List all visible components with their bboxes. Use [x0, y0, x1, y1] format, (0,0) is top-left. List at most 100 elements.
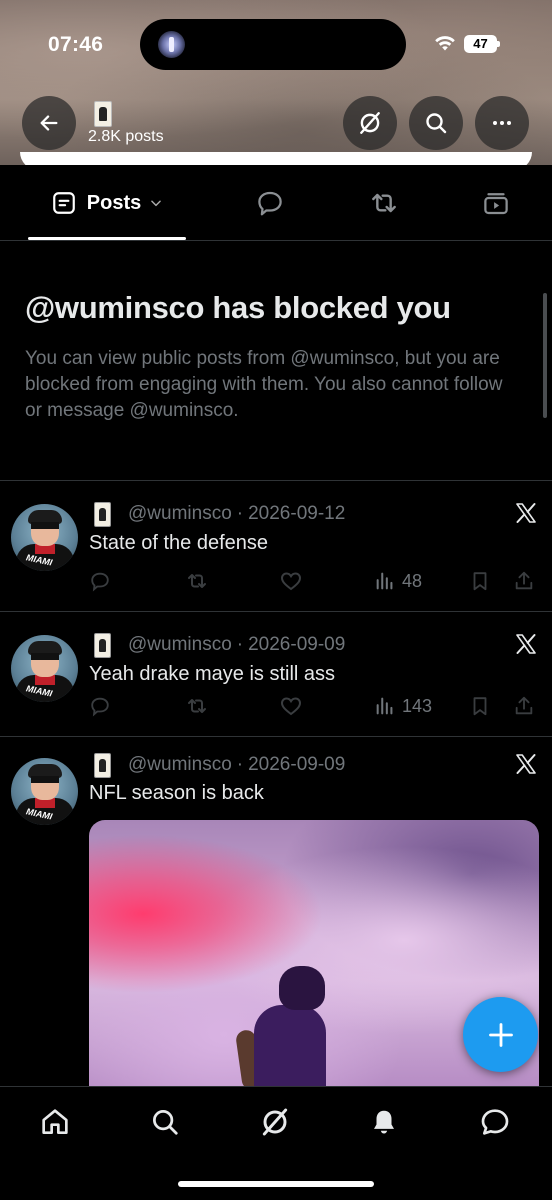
- views-button[interactable]: 48: [374, 568, 422, 594]
- x-logo-icon: [516, 503, 536, 523]
- post-meta: @wuminsco · 2026-09-12: [94, 501, 345, 527]
- more-horizontal-icon: [493, 121, 511, 125]
- status-bar: 07:46 47: [0, 0, 552, 90]
- x-logo-icon: [516, 754, 536, 774]
- reply-icon: [91, 697, 109, 717]
- post-meta: @wuminsco · 2026-09-09: [94, 752, 345, 778]
- scrollbar[interactable]: [543, 293, 547, 418]
- blocked-notice: @wuminsco has blocked you You can view p…: [0, 241, 552, 481]
- compose-post-button[interactable]: [463, 997, 538, 1072]
- reply-bubble-icon: [258, 191, 282, 216]
- nav-home[interactable]: [35, 1105, 75, 1139]
- post-actions: 143: [89, 693, 541, 719]
- tab-media[interactable]: [466, 165, 526, 241]
- post-item[interactable]: @wuminsco · 2026-09-09 Yeah drake maye i…: [0, 613, 552, 737]
- tab-replies[interactable]: [240, 165, 300, 241]
- views-count: 48: [402, 570, 423, 591]
- views-button[interactable]: 143: [374, 693, 432, 719]
- tab-posts-label: Posts: [86, 191, 142, 214]
- profile-tabs: Posts: [0, 165, 552, 241]
- post-text: Yeah drake maye is still ass: [89, 663, 336, 685]
- repost-button[interactable]: [185, 693, 209, 719]
- back-button[interactable]: [22, 96, 76, 150]
- post-handle[interactable]: @wuminsco: [128, 503, 232, 525]
- bookmark-icon: [473, 697, 487, 716]
- post-actions: 48: [89, 568, 541, 594]
- dynamic-island: [140, 19, 406, 70]
- meta-separator: ·: [236, 634, 244, 655]
- media-icon: [484, 193, 508, 215]
- search-button[interactable]: [409, 96, 463, 150]
- posts-icon: [52, 192, 75, 214]
- nav-grok[interactable]: [255, 1105, 295, 1139]
- post-meta: @wuminsco · 2026-09-09: [94, 632, 345, 658]
- share-button[interactable]: [513, 568, 535, 594]
- post-date[interactable]: 2026-09-09: [248, 754, 345, 776]
- profile-header-banner: 07:46 47 2.8K posts: [0, 0, 552, 165]
- repost-button[interactable]: [185, 568, 209, 594]
- nav-messages[interactable]: [475, 1105, 515, 1139]
- avatar[interactable]: [11, 504, 78, 571]
- flashlight-icon: [158, 31, 185, 58]
- blocked-title: @wuminsco has blocked you: [25, 290, 451, 325]
- post-date[interactable]: 2026-09-12: [248, 503, 345, 525]
- grok-icon: [262, 1108, 288, 1136]
- nav-search[interactable]: [145, 1105, 185, 1139]
- posts-count: 2.8K posts: [88, 128, 164, 145]
- tab-posts[interactable]: Posts: [28, 165, 186, 241]
- nav-notifications[interactable]: [364, 1105, 404, 1139]
- views-chart-icon: [376, 572, 393, 590]
- battery-indicator: 47: [464, 35, 500, 53]
- x-logo-icon: [516, 634, 536, 654]
- home-icon: [42, 1109, 68, 1134]
- heart-icon: [280, 697, 302, 716]
- bookmark-button[interactable]: [469, 693, 491, 719]
- profile-mini-avatar: [94, 101, 112, 127]
- repost-icon: [188, 574, 206, 588]
- tab-reposts[interactable]: [354, 165, 414, 241]
- share-icon: [515, 696, 533, 715]
- more-button[interactable]: [475, 96, 529, 150]
- views-count: 143: [402, 695, 433, 716]
- bookmark-icon: [473, 572, 487, 591]
- like-button[interactable]: [279, 568, 303, 594]
- messages-icon: [481, 1109, 509, 1135]
- repost-icon: [372, 193, 396, 213]
- share-button[interactable]: [513, 693, 535, 719]
- home-indicator[interactable]: [178, 1181, 374, 1187]
- bell-icon: [374, 1110, 394, 1134]
- grok-icon: [360, 112, 380, 134]
- chevron-down-icon: [151, 200, 162, 207]
- heart-icon: [280, 572, 302, 591]
- post-text: NFL season is back: [89, 782, 264, 804]
- reply-button[interactable]: [89, 568, 111, 594]
- status-time: 07:46: [48, 33, 104, 56]
- post-item[interactable]: @wuminsco · 2026-09-12 State of the defe…: [0, 482, 552, 612]
- post-text: State of the defense: [89, 532, 269, 554]
- reply-button[interactable]: [89, 693, 111, 719]
- meta-separator: ·: [236, 754, 244, 775]
- avatar[interactable]: [11, 635, 78, 702]
- post-date[interactable]: 2026-09-09: [248, 634, 345, 656]
- arrow-left-icon: [40, 115, 58, 131]
- views-chart-icon: [376, 697, 393, 715]
- post-handle[interactable]: @wuminsco: [128, 754, 232, 776]
- active-tab-indicator: [28, 237, 186, 240]
- bookmark-button[interactable]: [469, 568, 491, 594]
- wifi-icon: [435, 36, 455, 51]
- profile-card-edge: [20, 152, 532, 165]
- avatar[interactable]: [11, 758, 78, 825]
- meta-separator: ·: [236, 503, 244, 524]
- profile-badge-icon: [94, 501, 111, 527]
- grok-button[interactable]: [343, 96, 397, 150]
- like-button[interactable]: [279, 693, 303, 719]
- search-icon: [153, 1110, 178, 1135]
- search-icon: [426, 113, 447, 134]
- repost-icon: [188, 699, 206, 713]
- blocked-message: You can view public posts from @wuminsco…: [25, 348, 503, 421]
- share-icon: [515, 571, 533, 590]
- post-handle[interactable]: @wuminsco: [128, 634, 232, 656]
- plus-icon: [488, 1022, 513, 1047]
- reply-icon: [91, 572, 109, 592]
- profile-badge-icon: [94, 632, 111, 658]
